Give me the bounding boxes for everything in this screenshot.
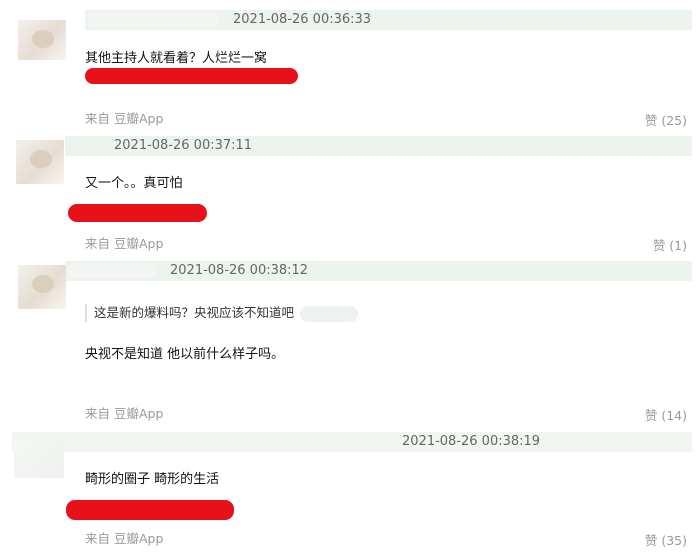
redaction-mark [66, 500, 234, 520]
redaction-mark [68, 204, 207, 222]
avatar[interactable] [14, 440, 64, 478]
avatar[interactable] [16, 140, 64, 184]
comment-timestamp: 2021-08-26 00:38:19 [402, 434, 541, 449]
comment-text: 其他主持人就看着？人烂烂一窝 [85, 51, 268, 66]
quoted-text: 这是新的爆料吗？央视应该不知道吧 [94, 305, 295, 320]
like-button[interactable]: 赞 (35) [645, 530, 687, 549]
like-button[interactable]: 赞 (14) [645, 405, 687, 424]
quoted-author-blur [300, 305, 359, 322]
avatar[interactable] [18, 20, 66, 60]
like-button[interactable]: 赞 (1) [653, 235, 687, 254]
comment-source[interactable]: 来自 豆瓣App [85, 403, 163, 422]
quoted-reply: 这是新的爆料吗？央视应该不知道吧 [85, 304, 359, 322]
avatar[interactable] [18, 265, 66, 309]
comment-source[interactable]: 来自 豆瓣App [85, 528, 163, 547]
comment-timestamp: 2021-08-26 00:36:33 [233, 12, 372, 27]
comment-timestamp: 2021-08-26 00:37:11 [114, 138, 253, 153]
comment-text: 央视不是知道 他以前什么样子吗。 [85, 347, 285, 362]
comment-source[interactable]: 来自 豆瓣App [85, 108, 163, 127]
username-blur [68, 264, 156, 278]
like-button[interactable]: 赞 (25) [645, 110, 687, 129]
comment-header-band [65, 261, 692, 281]
comment-source[interactable]: 来自 豆瓣App [85, 233, 163, 252]
comment-text: 畸形的圈子 畸形的生活 [85, 472, 220, 487]
comment-timestamp: 2021-08-26 00:38:12 [170, 263, 309, 278]
comment-text: 又一个。。真可怕 [85, 176, 183, 191]
comment-header-band [12, 432, 692, 452]
username-blur [88, 13, 218, 27]
redaction-mark [85, 68, 298, 84]
